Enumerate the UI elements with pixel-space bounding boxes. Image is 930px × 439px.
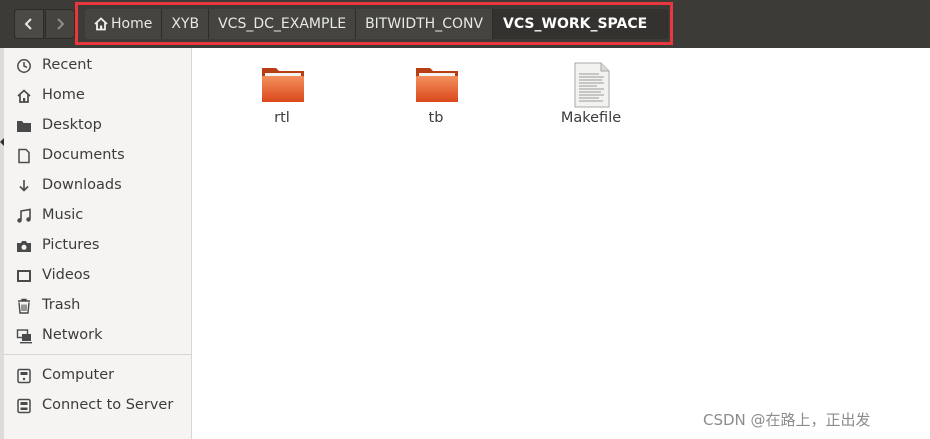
sidebar-item-label: Trash	[42, 297, 81, 313]
file-item-tb[interactable]: tb	[381, 54, 491, 134]
header-bar: Home XYB VCS_DC_EXAMPLE BITWIDTH_CONV VC…	[0, 0, 930, 48]
folder-icon	[16, 118, 32, 134]
folder-icon	[262, 68, 304, 102]
trash-icon	[16, 298, 32, 314]
watermark: CSDN @在路上，正出发	[703, 411, 871, 429]
server-icon	[16, 398, 32, 414]
sidebar-item-label: Pictures	[42, 237, 100, 253]
sidebar-item-trash[interactable]: Trash	[4, 291, 192, 321]
home-icon	[16, 88, 32, 104]
clock-icon	[16, 58, 32, 74]
sidebar-item-label: Videos	[42, 267, 91, 283]
file-name: tb	[428, 110, 444, 126]
sidebar-item-connect-to-server[interactable]: Connect to Server	[4, 391, 192, 421]
sidebar-divider	[4, 354, 192, 355]
sidebar-item-documents[interactable]: Documents	[4, 141, 192, 171]
file-item-makefile[interactable]: Makefile	[536, 54, 646, 134]
sidebar-item-network[interactable]: Network	[4, 321, 192, 351]
sidebar-item-label: Computer	[42, 367, 115, 383]
sidebar-item-label: Downloads	[42, 177, 122, 193]
sidebar-item-label: Connect to Server	[42, 397, 174, 413]
computer-icon	[16, 368, 32, 384]
sidebar-item-pictures[interactable]: Pictures	[4, 231, 192, 261]
sidebar-item-label: Home	[42, 87, 85, 103]
back-button[interactable]	[14, 9, 44, 39]
camera-icon	[16, 238, 32, 254]
sidebar-item-label: Music	[42, 207, 84, 223]
file-item-rtl[interactable]: rtl	[227, 54, 337, 134]
network-icon	[16, 328, 32, 344]
file-name: Makefile	[560, 110, 622, 126]
sidebar-item-label: Desktop	[42, 117, 102, 133]
sidebar-item-label: Recent	[42, 57, 93, 73]
sidebar-item-label: Documents	[42, 147, 125, 163]
file-name: rtl	[274, 110, 290, 126]
sidebar-item-home[interactable]: Home	[4, 81, 192, 111]
music-icon	[16, 208, 32, 224]
document-icon	[16, 148, 32, 164]
sidebar-item-label: Network	[42, 327, 103, 343]
sidebar-item-music[interactable]: Music	[4, 201, 192, 231]
sidebar-item-recent[interactable]: Recent	[4, 51, 192, 81]
sidebar-item-computer[interactable]: Computer	[4, 361, 192, 391]
text-file-icon	[574, 62, 610, 108]
sidebar-item-downloads[interactable]: Downloads	[4, 171, 192, 201]
sidebar: Recent Home Desktop Documents Downloads …	[4, 48, 192, 439]
video-icon	[16, 268, 32, 284]
breadcrumb-highlight-box	[75, 2, 673, 45]
folder-icon	[416, 68, 458, 102]
chevron-right-icon	[57, 18, 65, 30]
download-icon	[16, 178, 32, 194]
sidebar-item-desktop[interactable]: Desktop	[4, 111, 192, 141]
sidebar-item-videos[interactable]: Videos	[4, 261, 192, 291]
forward-button[interactable]	[45, 9, 75, 39]
file-view: rtl tb Makefile	[200, 48, 930, 439]
chevron-left-icon	[24, 18, 32, 30]
